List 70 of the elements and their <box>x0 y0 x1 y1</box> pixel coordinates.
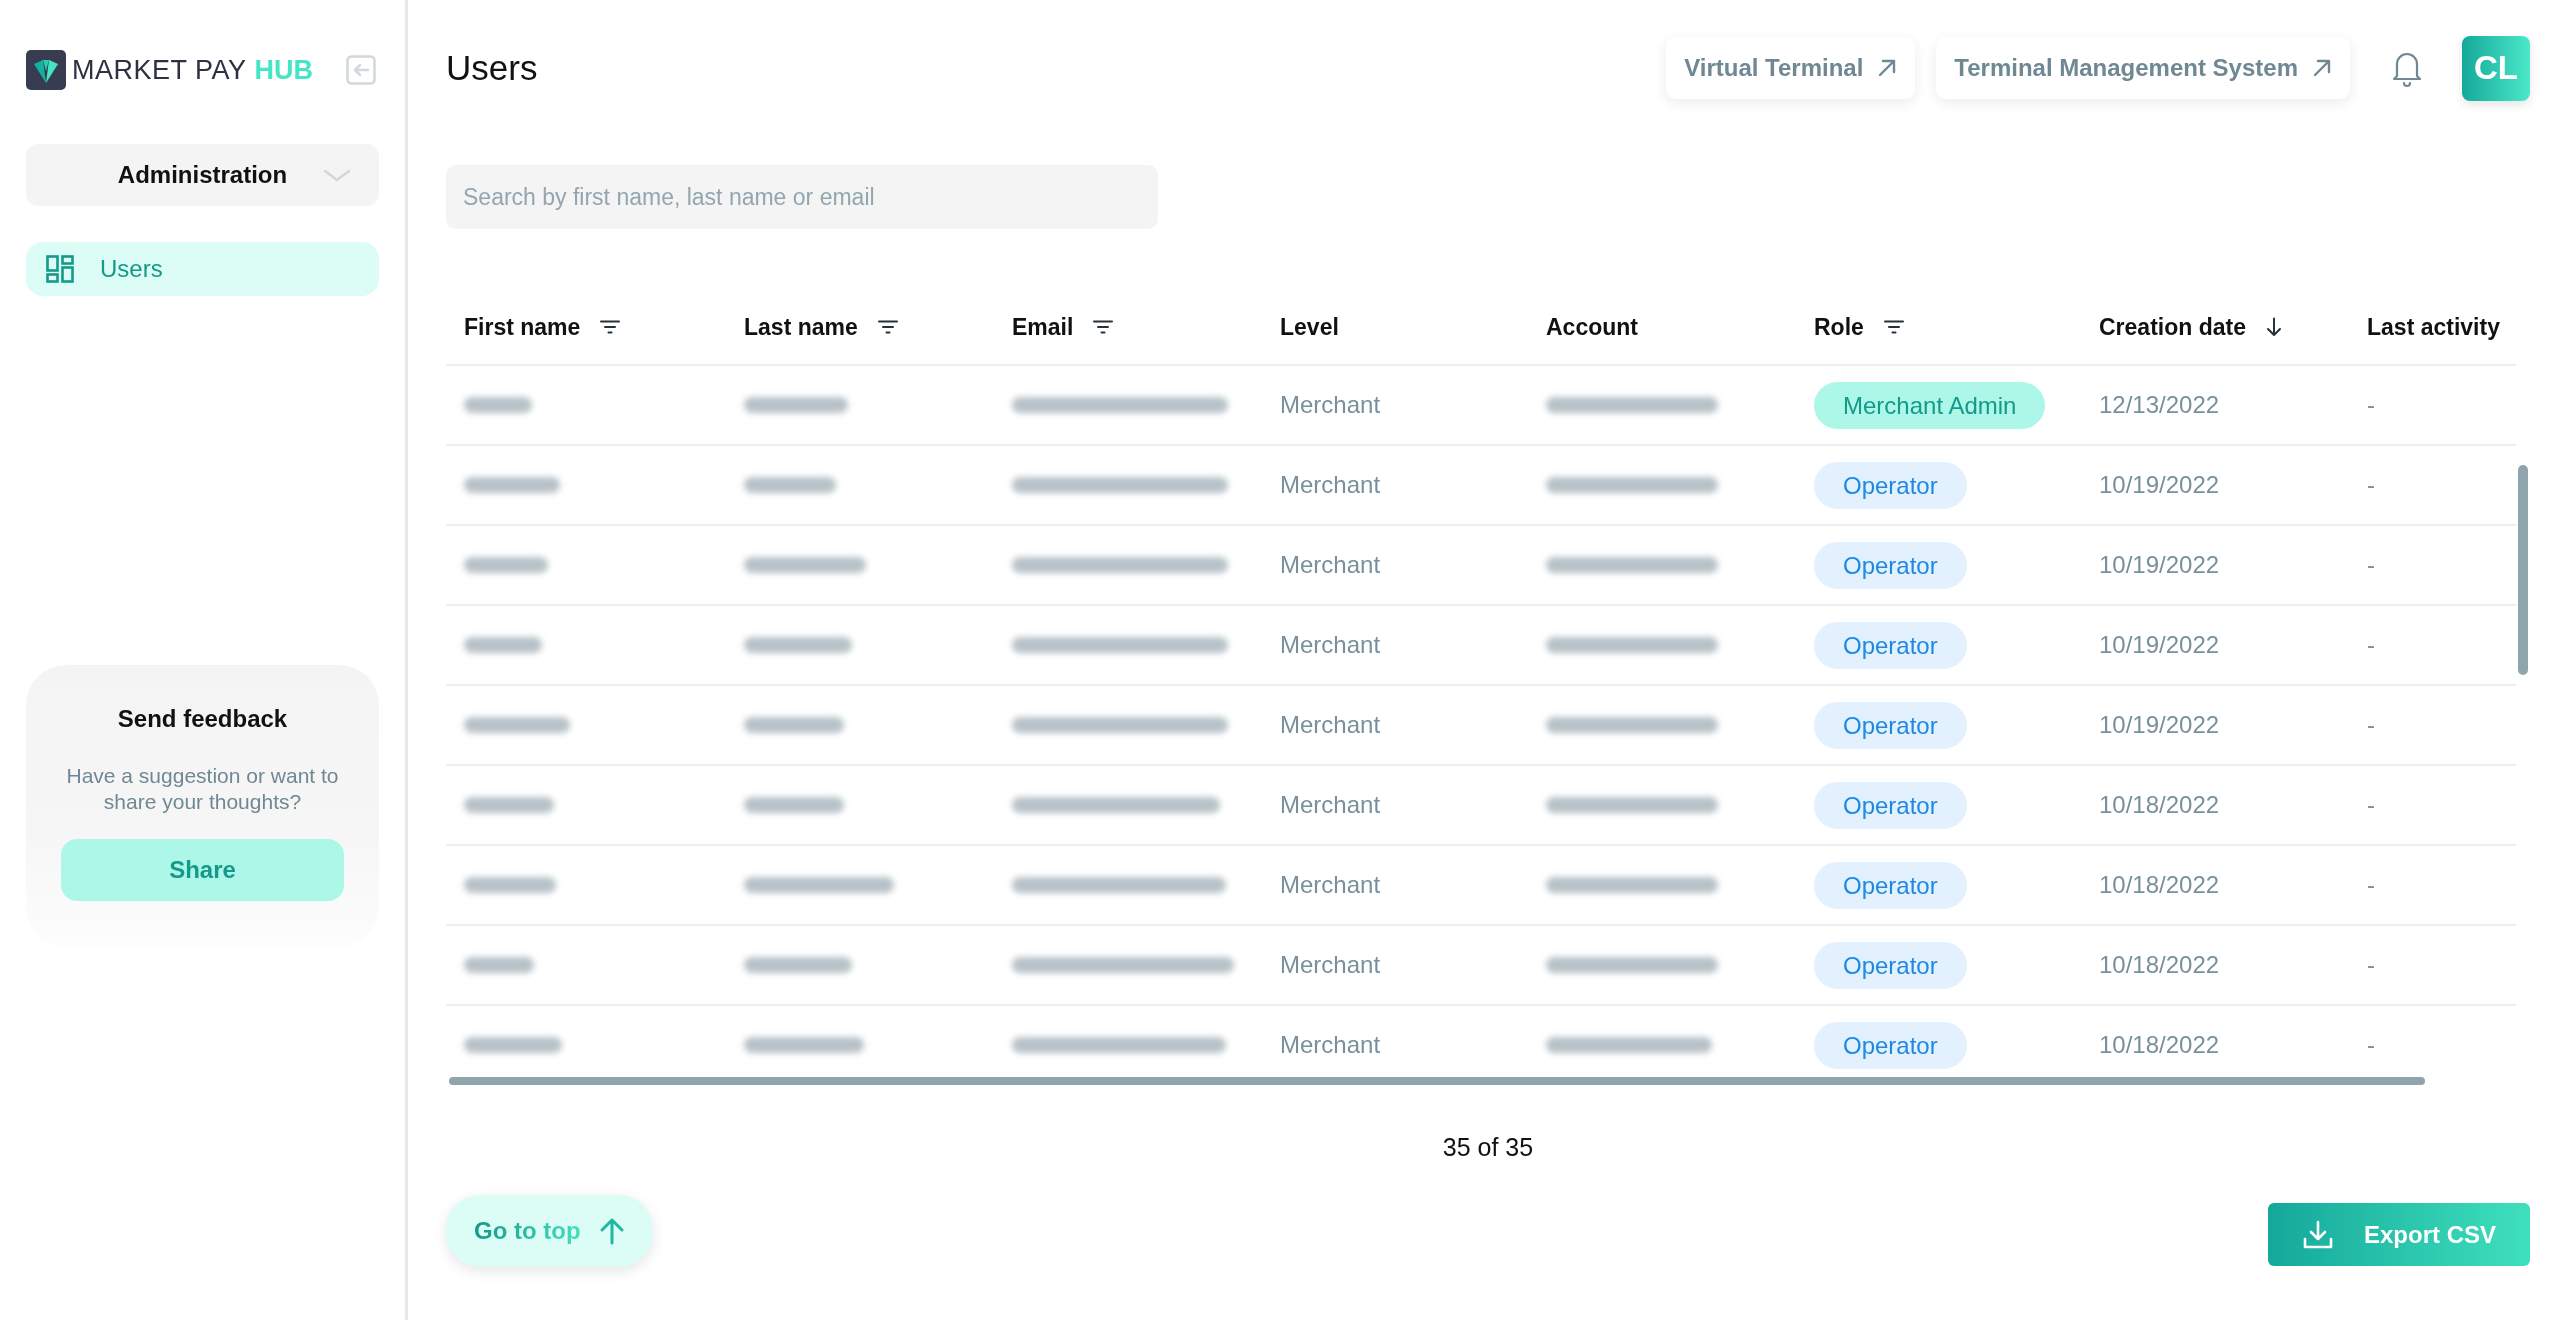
table-cell-text: Merchant <box>1280 870 1381 900</box>
table-cell-text: Merchant <box>1280 790 1381 820</box>
external-link[interactable]: Virtual Terminal <box>1666 37 1916 99</box>
filter-icon[interactable] <box>1883 320 1904 334</box>
role-tag: Operator <box>1814 1021 1967 1069</box>
table-cell-text: Merchant <box>1280 710 1381 740</box>
vertical-scrollbar[interactable] <box>2518 465 2528 675</box>
arrow-up-right-icon <box>2312 58 2332 78</box>
table-cell-text: Merchant <box>1280 1030 1381 1060</box>
pagination-count: 35 of 35 <box>1442 1132 1534 1163</box>
table-cell-text: 10/19/2022 <box>2099 470 2220 500</box>
table-cell-text: 10/18/2022 <box>2099 1030 2220 1060</box>
page-title: Users <box>446 47 538 89</box>
role-tag: Operator <box>1814 941 1967 989</box>
external-link[interactable]: Terminal Management System <box>1936 37 2350 99</box>
column-header[interactable]: Role <box>1814 309 1864 345</box>
table-cell-text: Merchant <box>1280 630 1381 660</box>
column-header[interactable]: First name <box>464 309 581 345</box>
role-tag: Operator <box>1814 701 1967 749</box>
grid-icon <box>46 255 74 283</box>
feedback-title: Send feedback <box>117 704 288 734</box>
table-cell-text: Merchant <box>1280 550 1381 580</box>
table-cell-text: 10/19/2022 <box>2099 630 2220 660</box>
role-tag: Operator <box>1814 541 1967 589</box>
column-header[interactable]: Last activity <box>2367 309 2500 345</box>
table-cell-text: 10/19/2022 <box>2099 710 2220 740</box>
feedback-text: Have a suggestion or want to share your thoughts? <box>65 763 340 815</box>
column-header[interactable]: Creation date <box>2099 309 2246 345</box>
search-field[interactable]: Search by first name, last name or email <box>446 165 1158 229</box>
column-header[interactable]: Level <box>1280 309 1339 345</box>
logo-icon <box>26 50 66 90</box>
arrow-up-right-icon <box>1877 58 1898 78</box>
role-tag: Merchant Admin <box>1814 381 2046 429</box>
blurred-text <box>464 957 534 973</box>
chevron-down-icon <box>323 169 351 183</box>
table-cell-text: - <box>2367 470 2375 500</box>
table-cell-text: Merchant <box>1280 470 1381 500</box>
role-tag: Operator <box>1814 461 1967 509</box>
table-cell-text: - <box>2367 710 2375 740</box>
table-cell-text: - <box>2367 1030 2375 1060</box>
column-header[interactable]: Account <box>1546 309 1638 345</box>
table-cell-text: - <box>2367 550 2375 580</box>
filter-icon[interactable] <box>1093 320 1114 334</box>
horizontal-scrollbar[interactable] <box>449 1077 2425 1085</box>
logo-text: MARKET PAY <box>72 53 247 87</box>
table-cell-text: 10/18/2022 <box>2099 790 2220 820</box>
arrow-up-icon <box>598 1216 625 1245</box>
table-cell-text: - <box>2367 630 2375 660</box>
blurred-text <box>464 397 532 413</box>
column-header[interactable]: Last name <box>744 309 858 345</box>
table-cell-text: 10/18/2022 <box>2099 950 2220 980</box>
table-cell-text: - <box>2367 390 2375 420</box>
table-cell-text: Merchant <box>1280 950 1381 980</box>
role-tag: Operator <box>1814 861 1967 909</box>
table-cell-text: Merchant <box>1280 390 1381 420</box>
table-cell-text: 10/19/2022 <box>2099 550 2220 580</box>
role-tag: Operator <box>1814 781 1967 829</box>
column-header[interactable]: Email <box>1012 309 1074 345</box>
table-cell-text: - <box>2367 950 2375 980</box>
section-dropdown[interactable]: Administration <box>26 144 379 206</box>
filter-icon[interactable] <box>877 320 898 334</box>
table-cell-text: - <box>2367 870 2375 900</box>
filter-icon[interactable] <box>600 320 621 334</box>
download-icon <box>2302 1219 2334 1250</box>
table-cell-text: 12/13/2022 <box>2099 390 2220 420</box>
arrow-down-icon[interactable] <box>2266 317 2282 337</box>
table-cell-text: - <box>2367 790 2375 820</box>
role-tag: Operator <box>1814 621 1967 669</box>
logo-accent-text: HUB <box>254 53 314 87</box>
table-cell-text: 10/18/2022 <box>2099 870 2220 900</box>
